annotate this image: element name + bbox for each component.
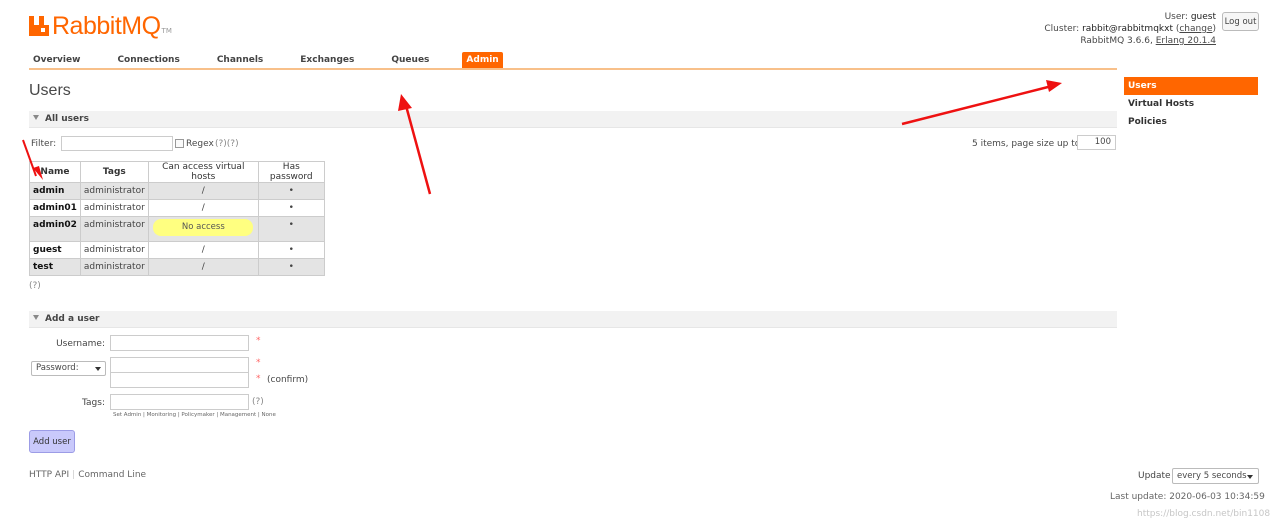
annotation-arrow-to-users-sidebar — [901, 80, 1062, 126]
annotation-arrows — [22, 80, 1062, 195]
annotation-arrow-to-admin-tab — [398, 94, 432, 195]
annotation-arrow-to-name-column — [22, 139, 43, 180]
